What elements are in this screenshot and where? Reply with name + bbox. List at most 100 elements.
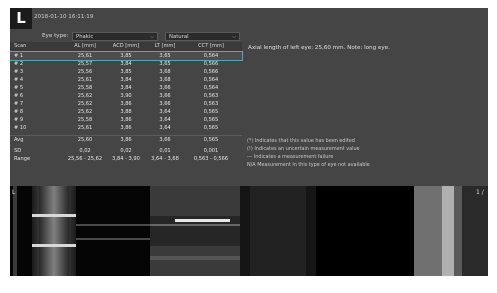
oct-scan-lens[interactable]	[150, 186, 240, 276]
stat-al: 0,02	[79, 148, 91, 154]
lens-type-select[interactable]: Natural ⌵	[165, 32, 240, 41]
table-row[interactable]: # 9 25,58 3,86 3,64 0,565	[10, 116, 242, 124]
eye-type-label: Eye type:	[42, 33, 69, 39]
cell-scan: # 10	[14, 125, 27, 131]
cell-lt: 3,66	[159, 85, 171, 91]
cell-scan: # 5	[14, 85, 24, 91]
app-window: L 2018-01-10 16:11:19 Eye type: Phakic ⌵…	[0, 0, 497, 293]
chevron-down-icon: ⌵	[150, 34, 154, 40]
cell-al: 25,61	[77, 125, 93, 131]
table-row[interactable]: # 7 25,62 3,86 3,66 0,563	[10, 100, 242, 108]
table-header: Scan AL [mm] ACD [mm] LT [mm] CCT [mm]	[10, 42, 242, 52]
table-row[interactable]: # 3 25,56 3,85 3,68 0,566	[10, 68, 242, 76]
legend-item: N/A Measurement in this type of eye not …	[247, 162, 370, 168]
col-acd: ACD [mm]	[112, 43, 140, 49]
oct-scan-retina[interactable]: 1 /	[414, 186, 488, 276]
cell-acd: 3,90	[120, 93, 132, 99]
legend-item: (!) Indicates an uncertain measurement v…	[247, 146, 360, 152]
stat-label: Avg	[14, 137, 24, 143]
cell-scan: # 8	[14, 109, 24, 115]
cell-scan: # 3	[14, 69, 24, 75]
cell-acd: 3,84	[120, 77, 132, 83]
legend-item: --- Indicates a measurement failure	[247, 154, 334, 160]
cell-lt: 3,65	[159, 61, 171, 67]
legend-item: (*) Indicates that this value has been e…	[247, 138, 355, 144]
table-row[interactable]: # 6 25,62 3,90 3,66 0,563	[10, 92, 242, 100]
stat-al: 25,60	[77, 137, 93, 143]
table-row[interactable]: # 1 25,61 3,85 3,65 0,564	[10, 51, 243, 61]
stat-cct: 0,565	[203, 137, 219, 143]
cell-acd: 3,88	[120, 109, 132, 115]
stat-lt: 0,01	[159, 148, 171, 154]
cell-scan: # 2	[14, 61, 24, 67]
cell-lt: 3,65	[159, 53, 171, 59]
cell-al: 25,61	[77, 77, 93, 83]
cell-lt: 3,64	[159, 109, 171, 115]
eye-type-value: Phakic	[76, 34, 94, 40]
cell-lt: 3,68	[159, 77, 171, 83]
cell-al: 25,62	[77, 101, 93, 107]
cell-acd: 3,84	[120, 61, 132, 67]
stats-row-range: Range 25,56 - 25,62 3,84 - 3,90 3,64 - 3…	[10, 155, 242, 163]
cell-al: 25,62	[77, 109, 93, 115]
cell-scan: # 1	[14, 53, 24, 59]
stat-label: Range	[14, 156, 31, 162]
eye-indicator: L	[10, 8, 32, 29]
cell-acd: 3,86	[120, 125, 132, 131]
oct-scan-dark[interactable]	[316, 186, 414, 276]
stat-lt: 3,66	[159, 137, 171, 143]
cell-al: 25,57	[77, 61, 93, 67]
legend: (*) Indicates that this value has been e…	[247, 137, 483, 169]
axial-length-note: Axial length of left eye: 25,60 mm. Note…	[248, 45, 390, 51]
cell-al: 25,61	[77, 53, 93, 59]
stats-row-sd: SD 0,02 0,02 0,01 0,001	[10, 147, 242, 155]
table-row[interactable]: # 4 25,61 3,84 3,68 0,564	[10, 76, 242, 84]
oct-scan-cornea-lens[interactable]: L	[10, 186, 150, 276]
cell-scan: # 4	[14, 77, 24, 83]
stat-lt: 3,64 - 3,68	[151, 156, 179, 162]
stat-al: 25,56 - 25,62	[67, 156, 103, 162]
cell-al: 25,58	[77, 85, 93, 91]
cell-al: 25,62	[77, 93, 93, 99]
cell-acd: 3,84	[120, 85, 132, 91]
cell-lt: 3,64	[159, 125, 171, 131]
cell-al: 25,58	[77, 117, 93, 123]
cell-scan: # 6	[14, 93, 24, 99]
table-row[interactable]: # 8 25,62 3,88 3,64 0,565	[10, 108, 242, 116]
cell-cct: 0,563	[203, 93, 219, 99]
oct-scan-vitreous[interactable]	[240, 186, 316, 276]
biometry-panel: L 2018-01-10 16:11:19 Eye type: Phakic ⌵…	[10, 8, 488, 276]
stats-row-avg: Avg 25,60 3,86 3,66 0,565	[10, 135, 242, 144]
cell-al: 25,56	[77, 69, 93, 75]
table-row[interactable]: # 10 25,61 3,86 3,64 0,565	[10, 124, 242, 132]
table-row[interactable]: # 5 25,58 3,84 3,66 0,564	[10, 84, 242, 92]
cell-acd: 3,86	[120, 117, 132, 123]
cell-cct: 0,564	[203, 53, 219, 59]
cell-cct: 0,564	[203, 85, 219, 91]
cell-cct: 0,566	[203, 61, 219, 67]
lens-type-value: Natural	[169, 34, 189, 40]
eye-type-select[interactable]: Phakic ⌵	[72, 32, 158, 41]
cell-acd: 3,86	[120, 101, 132, 107]
stat-acd: 3,84 - 3,90	[112, 156, 140, 162]
col-al: AL [mm]	[74, 43, 96, 49]
cell-lt: 3,66	[159, 101, 171, 107]
cell-cct: 0,565	[203, 125, 219, 131]
header: L 2018-01-10 16:11:19	[10, 8, 488, 30]
cell-acd: 3,85	[120, 69, 132, 75]
scan-label-right: 1 /	[476, 189, 485, 196]
col-scan: Scan	[14, 43, 27, 49]
cell-cct: 0,564	[203, 77, 219, 83]
timestamp: 2018-01-10 16:11:19	[34, 14, 94, 20]
stat-label: SD	[14, 148, 22, 154]
table-row[interactable]: # 2 25,57 3,84 3,65 0,566	[10, 60, 242, 68]
chevron-down-icon: ⌵	[232, 34, 236, 40]
stat-acd: 3,86	[120, 137, 132, 143]
cell-scan: # 9	[14, 117, 24, 123]
stat-acd: 0,02	[120, 148, 132, 154]
cell-cct: 0,563	[203, 101, 219, 107]
cell-scan: # 7	[14, 101, 24, 107]
stat-cct: 0,001	[203, 148, 219, 154]
cell-cct: 0,566	[203, 69, 219, 75]
cell-lt: 3,64	[159, 117, 171, 123]
